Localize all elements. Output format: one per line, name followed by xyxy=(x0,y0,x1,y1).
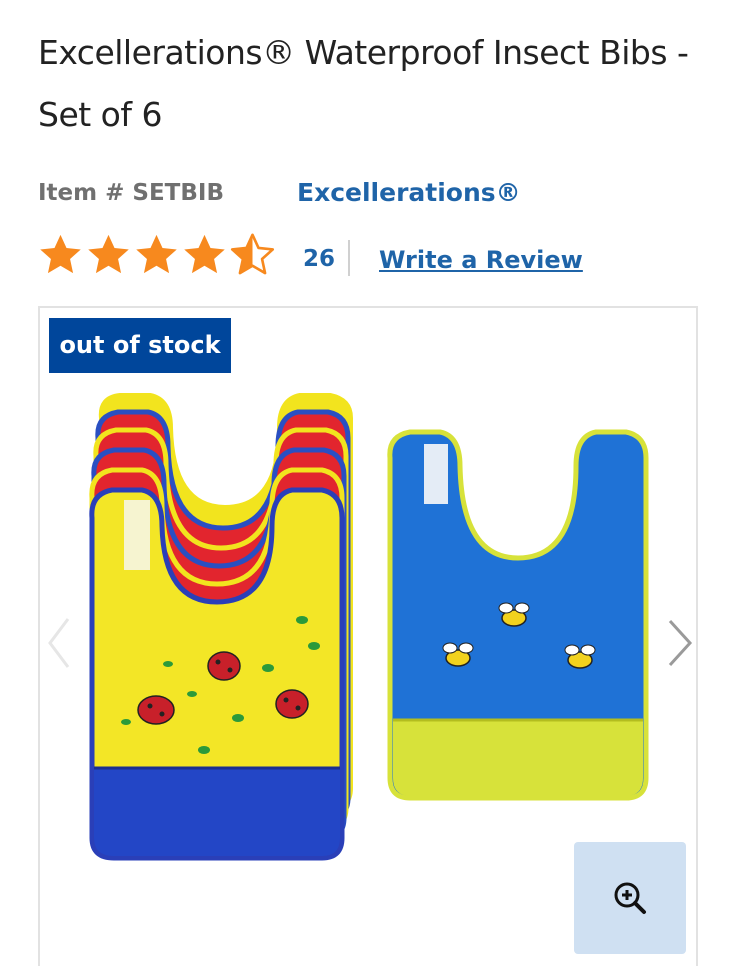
ladybug-icon xyxy=(207,651,241,681)
star-icon xyxy=(184,234,225,274)
star-icon xyxy=(40,234,81,274)
product-meta: Item # SETBIB Excellerations® xyxy=(38,178,698,214)
chevron-right-icon[interactable] xyxy=(662,613,698,673)
product-image xyxy=(89,393,649,861)
star-icon xyxy=(88,234,129,274)
write-review-link[interactable]: Write a Review xyxy=(379,246,583,274)
product-title: Excellerations® Waterproof Insect Bibs -… xyxy=(38,33,689,134)
star-icon xyxy=(136,234,177,274)
product-image-gallery[interactable]: out of stock xyxy=(38,306,698,966)
out-of-stock-badge: out of stock xyxy=(49,318,231,373)
review-count[interactable]: 26 xyxy=(303,246,335,272)
rating-row: 26 Write a Review xyxy=(38,232,698,282)
item-number: Item # SETBIB xyxy=(38,180,224,206)
ladybug-icon xyxy=(137,695,175,725)
bib-blue xyxy=(387,429,649,801)
half-star-icon xyxy=(230,233,275,275)
zoom-in-icon xyxy=(614,882,646,914)
zoom-button[interactable] xyxy=(574,842,686,954)
divider xyxy=(348,240,350,276)
ladybug-icon xyxy=(275,689,309,719)
bib-stack-left xyxy=(89,393,353,861)
brand-link[interactable]: Excellerations® xyxy=(297,178,521,207)
chevron-left-icon[interactable] xyxy=(44,613,74,673)
star-rating[interactable] xyxy=(38,232,275,277)
